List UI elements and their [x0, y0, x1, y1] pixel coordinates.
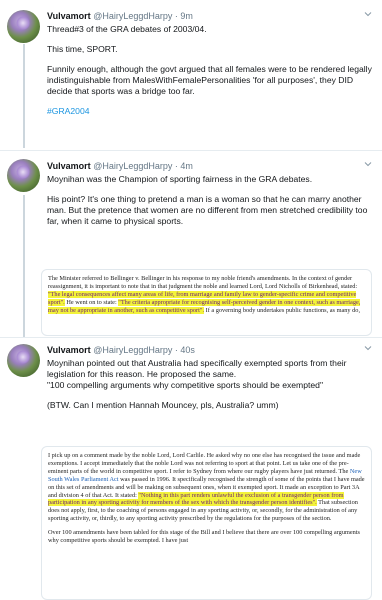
- tweet-paragraph: This time, SPORT.: [47, 44, 118, 54]
- thread-connector: [23, 44, 25, 148]
- thread-connector: [23, 195, 25, 337]
- tweet-3[interactable]: Vulvamort @HairyLeggdHarpy · 40s Moyniha…: [0, 338, 382, 600]
- display-name[interactable]: Vulvamort: [47, 345, 91, 355]
- tweet-header: Vulvamort @HairyLeggdHarpy · 4m: [47, 160, 372, 172]
- separator-dot: ·: [174, 345, 178, 355]
- quote-text: Over 100 amendments have been tabled for…: [48, 529, 361, 545]
- avatar[interactable]: [7, 344, 40, 377]
- tweet-text: Moynihan was the Champion of sporting fa…: [47, 174, 372, 227]
- separator-dot: ·: [174, 161, 178, 171]
- tweet-paragraph: Moynihan pointed out that Australia had …: [47, 358, 347, 379]
- tweet-paragraph: (BTW. Can I mention Hannah Mouncey, pls,…: [47, 400, 279, 410]
- timestamp[interactable]: 40s: [180, 345, 195, 355]
- tweet-paragraph: Funnily enough, although the govt argued…: [47, 64, 372, 96]
- tweet-paragraph: "100 compelling arguments why competitiv…: [47, 380, 323, 390]
- quoted-image[interactable]: I pick up on a comment made by the noble…: [41, 446, 372, 600]
- separator-dot: ·: [174, 11, 178, 21]
- avatar[interactable]: [7, 159, 40, 192]
- tweet-paragraph: His point? It's one thing to pretend a m…: [47, 194, 368, 226]
- quote-text: The Minister referred to Bellinger v. Be…: [48, 275, 361, 314]
- display-name[interactable]: Vulvamort: [47, 11, 91, 21]
- tweet-header: Vulvamort @HairyLeggdHarpy · 40s: [47, 344, 372, 356]
- tweet-header: Vulvamort @HairyLeggdHarpy · 9m: [47, 10, 372, 22]
- user-handle[interactable]: @HairyLeggdHarpy: [93, 11, 172, 21]
- tweet-text: Thread#3 of the GRA debates of 2003/04. …: [47, 24, 372, 117]
- user-handle[interactable]: @HairyLeggdHarpy: [93, 345, 172, 355]
- chevron-down-icon[interactable]: [364, 160, 372, 168]
- display-name[interactable]: Vulvamort: [47, 161, 91, 171]
- avatar[interactable]: [7, 10, 40, 43]
- tweet-paragraph: Moynihan was the Champion of sporting fa…: [47, 174, 313, 184]
- chevron-down-icon[interactable]: [364, 344, 372, 352]
- hashtag-link[interactable]: #GRA2004: [47, 106, 90, 116]
- quoted-image[interactable]: The Minister referred to Bellinger v. Be…: [41, 269, 372, 336]
- timestamp[interactable]: 9m: [180, 11, 193, 21]
- tweet-paragraph: Thread#3 of the GRA debates of 2003/04.: [47, 24, 207, 34]
- tweet-2[interactable]: Vulvamort @HairyLeggdHarpy · 4m Moynihan…: [0, 151, 382, 337]
- chevron-down-icon[interactable]: [364, 10, 372, 18]
- timestamp[interactable]: 4m: [180, 161, 193, 171]
- tweet-text: Moynihan pointed out that Australia had …: [47, 358, 372, 411]
- tweet-1[interactable]: Vulvamort @HairyLeggdHarpy · 9m Thread#3…: [0, 0, 382, 148]
- user-handle[interactable]: @HairyLeggdHarpy: [93, 161, 172, 171]
- quote-text: I pick up on a comment made by the noble…: [48, 452, 365, 523]
